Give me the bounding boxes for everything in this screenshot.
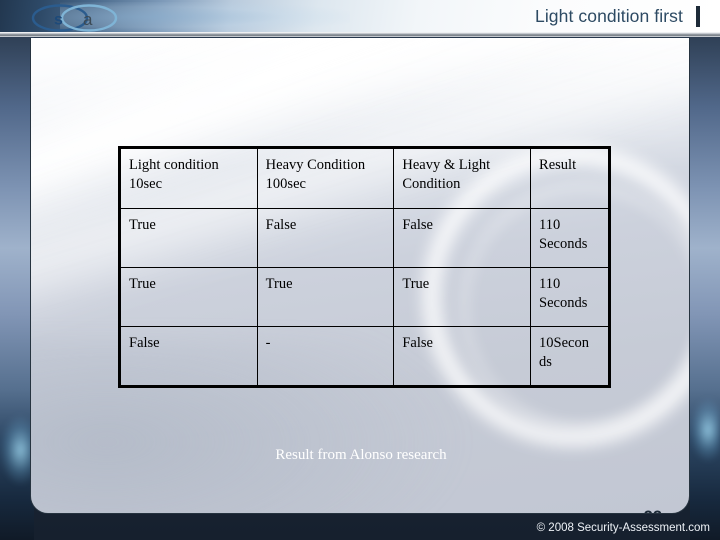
result-line-2: ds: [539, 354, 552, 371]
cell-light-condition: True: [120, 208, 258, 268]
content-panel: Light condition 10sec Heavy Condition 10…: [30, 38, 690, 514]
result-line-1: 110: [539, 217, 561, 233]
table-header-cell-heavy-condition: Heavy Condition 100sec: [256, 148, 395, 209]
header-line-1: Light condition: [129, 157, 219, 173]
results-table-wrapper: Light condition 10sec Heavy Condition 10…: [118, 146, 611, 388]
table-row: True False False 110 Seconds: [120, 208, 609, 268]
cell-heavy-and-light: False: [393, 326, 532, 386]
slide-canvas: s a Light condition first Light conditio…: [0, 0, 720, 540]
copyright-footer: © 2008 Security-Assessment.com: [536, 522, 710, 534]
page-number: 22: [644, 508, 662, 513]
result-line-2: Seconds: [539, 295, 588, 312]
left-edge-glow: [0, 415, 34, 485]
table-row: False - False 10Secon ds: [120, 326, 609, 386]
right-edge-gradient-band: [690, 37, 720, 540]
logo-letter-a: a: [83, 10, 93, 29]
cell-heavy-condition: -: [256, 326, 395, 386]
table-header-cell-light-condition: Light condition 10sec: [120, 148, 258, 209]
header-line-1: Heavy Condition: [265, 157, 366, 173]
cell-result: 110 Seconds: [530, 208, 609, 268]
logo-letter-s: s: [54, 12, 63, 29]
header-line-2: 10sec: [129, 176, 163, 193]
title-accent-bar: [696, 6, 700, 27]
cell-result: 110 Seconds: [530, 267, 609, 327]
cell-light-condition: True: [120, 267, 258, 327]
cell-light-condition: False: [120, 326, 258, 386]
table-header-cell-result: Result: [530, 148, 609, 209]
cell-heavy-and-light: True: [393, 267, 532, 327]
cell-heavy-condition: True: [256, 267, 395, 327]
table-row: True True True 110 Seconds: [120, 267, 609, 327]
header-line-2: 100sec: [265, 176, 306, 193]
result-line-2: Seconds: [539, 236, 588, 253]
cell-heavy-and-light: False: [393, 208, 532, 268]
result-line-1: 110: [539, 276, 561, 292]
table-caption: Result from Alonso research: [275, 447, 447, 463]
result-line-1: 10Secon: [539, 335, 589, 351]
cell-result: 10Secon ds: [530, 326, 609, 386]
cell-heavy-condition: False: [256, 208, 395, 268]
header-line-1: Heavy & Light: [402, 157, 491, 173]
table-header-row: Light condition 10sec Heavy Condition 10…: [120, 148, 609, 209]
results-table: Light condition 10sec Heavy Condition 10…: [118, 146, 611, 388]
slide-title: Light condition first: [534, 6, 683, 26]
header-line-2: Condition: [402, 176, 461, 193]
header-line-1: Result: [539, 157, 577, 173]
sa-logo-icon: s a: [31, 4, 118, 32]
table-header-cell-heavy-and-light-condition: Heavy & Light Condition: [393, 148, 532, 209]
right-edge-glow: [690, 398, 720, 462]
